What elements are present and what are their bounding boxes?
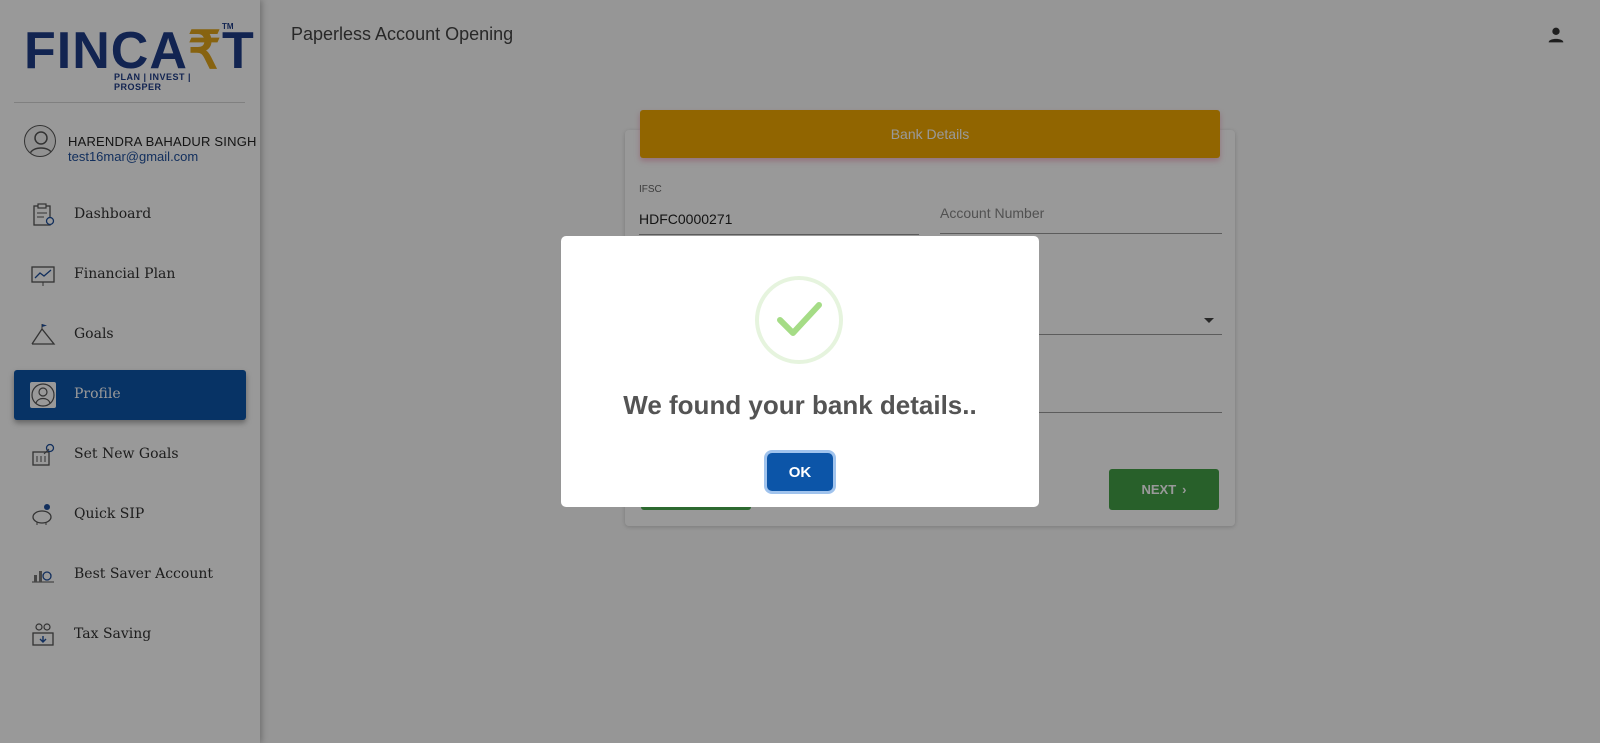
success-dialog: We found your bank details.. OK: [561, 236, 1039, 507]
ok-button[interactable]: OK: [767, 453, 833, 491]
dialog-title: We found your bank details..: [623, 390, 977, 420]
success-check-icon: [726, 258, 850, 382]
